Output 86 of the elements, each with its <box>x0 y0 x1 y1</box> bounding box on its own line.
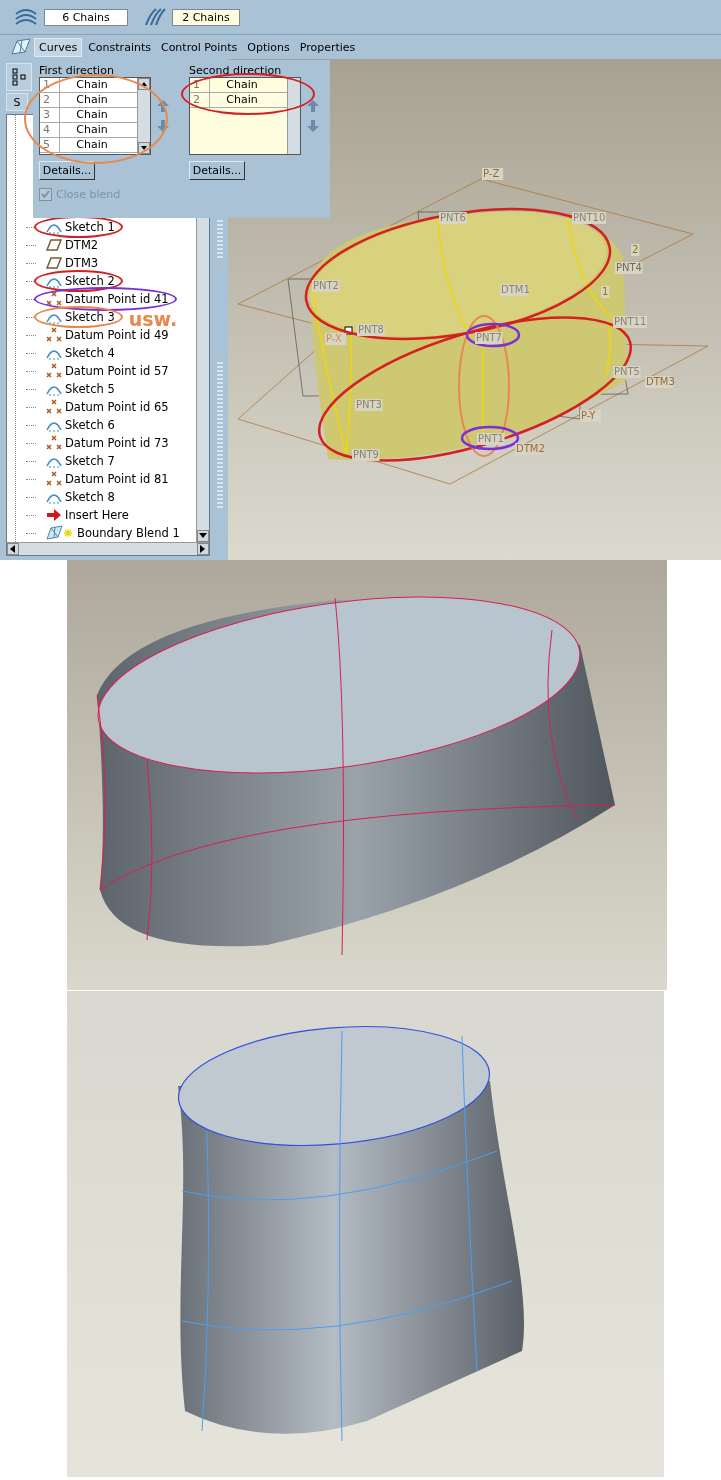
datum-point-icon <box>46 327 62 343</box>
tab[interactable]: Curves <box>34 37 83 57</box>
boundary-blend-icon <box>46 525 74 541</box>
move-down-icon[interactable] <box>307 120 319 132</box>
tree-item[interactable]: Datum Point id 49 <box>65 328 169 342</box>
move-up-icon[interactable] <box>307 100 319 112</box>
tree-item[interactable]: Datum Point id 65 <box>65 400 169 414</box>
scroll-down-icon[interactable] <box>138 142 150 154</box>
datum-point-icon <box>46 399 62 415</box>
tab[interactable]: Properties <box>295 38 360 56</box>
scroll-up-icon[interactable] <box>138 78 150 90</box>
datum-label: P-Z <box>482 168 504 180</box>
tree-item[interactable]: DTM2 <box>65 238 99 252</box>
datum-label: 1 <box>601 286 610 298</box>
scrollbar[interactable] <box>287 78 300 154</box>
datum-label: PNT6 <box>439 212 467 224</box>
datum-label: PNT8 <box>357 324 385 336</box>
annotation-note: usw. <box>128 308 178 330</box>
chain-cell[interactable]: Chain <box>60 138 124 152</box>
datum-label: P-X <box>325 333 347 345</box>
check-icon <box>41 190 50 199</box>
datum-label: PNT5 <box>613 366 641 378</box>
move-up-icon[interactable] <box>157 100 169 112</box>
datum-label: DTM2 <box>515 443 545 455</box>
chain-cell[interactable]: Chain <box>60 93 124 107</box>
tree-item[interactable]: Sketch 3 <box>65 310 115 324</box>
surface-icon[interactable] <box>14 8 38 26</box>
side-tab[interactable]: S <box>6 93 28 111</box>
tree-item[interactable]: Datum Point id 81 <box>65 472 169 486</box>
datum-label: PNT2 <box>312 280 340 292</box>
tree-icon <box>12 68 26 86</box>
row-number: 2 <box>40 93 60 107</box>
move-down-icon[interactable] <box>157 120 169 132</box>
chain-count-field[interactable]: 2 Chains <box>172 8 240 26</box>
tree-item[interactable]: Sketch 7 <box>65 454 115 468</box>
datum-plane-icon <box>46 239 62 251</box>
datum-point-icon <box>46 363 62 379</box>
datum-plane-icon <box>46 257 62 269</box>
surface-icon <box>10 38 32 56</box>
tree-item[interactable]: DTM3 <box>65 256 99 270</box>
datum-label: PNT7 <box>475 332 503 344</box>
datum-label: PNT1 <box>477 433 505 445</box>
datum-label: PNT3 <box>355 399 383 411</box>
details-button[interactable]: Details... <box>189 161 245 180</box>
scroll-right-icon[interactable] <box>200 545 206 553</box>
tree-item[interactable]: Sketch 2 <box>65 274 115 288</box>
details-button[interactable]: Details... <box>39 161 95 180</box>
row-number: 5 <box>40 138 60 152</box>
datum-point-icon <box>46 471 62 487</box>
scrollbar[interactable] <box>7 542 209 555</box>
tree-item[interactable]: Sketch 1 <box>65 220 115 234</box>
datum-point-icon <box>46 291 62 307</box>
datum-label: 2 <box>631 244 640 256</box>
tab[interactable]: Control Points <box>156 38 242 56</box>
row-number: 3 <box>40 108 60 122</box>
tree-item[interactable]: Datum Point id 73 <box>65 436 169 450</box>
scroll-down-icon[interactable] <box>199 533 207 539</box>
datum-label: PNT9 <box>352 449 380 461</box>
datum-label: P-Y <box>580 410 602 422</box>
tree-item[interactable]: Boundary Blend 1 <box>77 526 180 540</box>
scroll-left-icon[interactable] <box>10 545 16 553</box>
tab[interactable]: Options <box>243 38 294 56</box>
direction-label: First direction <box>39 64 115 77</box>
tree-item[interactable]: Datum Point id 57 <box>65 364 169 378</box>
tab[interactable]: Constraints <box>84 38 155 56</box>
datum-point-icon <box>46 435 62 451</box>
tree-item[interactable]: Insert Here <box>65 508 129 522</box>
tree-item[interactable]: Datum Point id 41 <box>65 292 169 306</box>
chain-cell[interactable]: Chain <box>60 78 124 92</box>
tree-item[interactable]: Sketch 5 <box>65 382 115 396</box>
datum-label: PNT4 <box>615 262 643 274</box>
tree-tab[interactable] <box>6 63 32 91</box>
datum-label: PNT10 <box>572 212 606 224</box>
tree-item[interactable]: Sketch 4 <box>65 346 115 360</box>
chain-cell[interactable]: Chain <box>60 123 124 137</box>
chain-cell[interactable]: Chain <box>60 108 124 122</box>
scrollbar[interactable] <box>137 78 150 154</box>
datum-label: PNT11 <box>613 316 647 328</box>
tree-item[interactable]: Sketch 8 <box>65 490 115 504</box>
tree-item[interactable]: Sketch 6 <box>65 418 115 432</box>
row-number: 4 <box>40 123 60 137</box>
row-number: 2 <box>190 93 210 107</box>
arrow-icon <box>46 509 62 521</box>
chain-count-field[interactable]: 6 Chains <box>44 8 128 26</box>
datum-label: DTM3 <box>645 376 675 388</box>
curves-icon[interactable] <box>144 8 166 26</box>
